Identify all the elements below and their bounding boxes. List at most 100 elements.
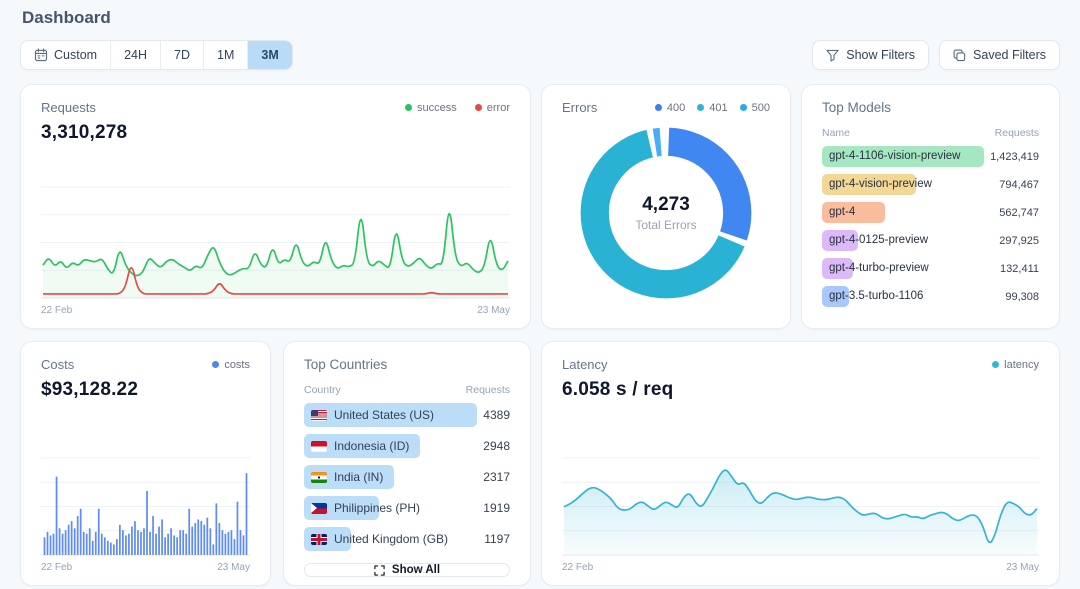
country-flag-icon bbox=[311, 503, 327, 514]
model-name: gpt-4 bbox=[822, 206, 855, 218]
model-row[interactable]: gpt-4-1106-vision-preview 1,423,419 bbox=[822, 146, 1039, 167]
top-models-header: Name Requests bbox=[822, 127, 1039, 139]
saved-filters-label: Saved Filters bbox=[973, 48, 1046, 62]
latency-card-title: Latency bbox=[562, 357, 608, 372]
time-range-option-3m[interactable]: 3M bbox=[248, 41, 291, 69]
legend-label: costs bbox=[224, 359, 250, 371]
requests-legend: success error bbox=[405, 102, 510, 114]
errors-card: Errors 400 401 500 4,273 Total Errors bbox=[541, 84, 791, 329]
model-request-count: 562,747 bbox=[999, 207, 1039, 219]
errors-donut-center: 4,273 Total Errors bbox=[580, 127, 752, 299]
country-row[interactable]: Philippines (PH) 1919 bbox=[304, 496, 510, 520]
model-request-count: 1,423,419 bbox=[990, 151, 1039, 163]
x-axis-end-label: 23 May bbox=[217, 562, 250, 573]
legend-label: error bbox=[487, 102, 510, 114]
legend-dot-icon bbox=[655, 104, 662, 111]
requests-card-title: Requests bbox=[41, 100, 96, 115]
cards-row-2: Costs costs $93,128.22 22 Feb 23 May Top… bbox=[20, 341, 1060, 586]
top-models-title: Top Models bbox=[822, 100, 891, 115]
cards-row-1: Requests successerror 3,310,278 22 Feb 2… bbox=[20, 84, 1060, 329]
legend-dot-icon bbox=[992, 361, 999, 368]
show-all-button[interactable]: Show All bbox=[304, 563, 510, 577]
errors-donut-chart[interactable]: 4,273 Total Errors bbox=[580, 127, 752, 299]
country-row[interactable]: Indonesia (ID) 2948 bbox=[304, 434, 510, 458]
x-axis-end-label: 23 May bbox=[477, 305, 510, 316]
country-request-count: 1919 bbox=[483, 501, 510, 515]
time-range-selector: Custom 24H 7D 1M 3M bbox=[20, 40, 293, 70]
country-name: Philippines (PH) bbox=[334, 501, 420, 515]
requests-line-chart[interactable] bbox=[41, 184, 510, 300]
country-name: United Kingdom (GB) bbox=[334, 532, 448, 546]
total-errors-value: 4,273 bbox=[642, 194, 690, 216]
country-name: Indonesia (ID) bbox=[334, 439, 409, 453]
legend-item: 401 bbox=[697, 102, 727, 114]
legend-label: 500 bbox=[752, 102, 770, 114]
model-request-count: 794,467 bbox=[999, 179, 1039, 191]
show-all-label: Show All bbox=[392, 564, 440, 576]
costs-x-axis: 22 Feb 23 May bbox=[41, 562, 250, 573]
model-row[interactable]: gpt-4-vision-preview 794,467 bbox=[822, 174, 1039, 195]
model-row[interactable]: gpt-4-turbo-preview 132,411 bbox=[822, 258, 1039, 279]
toolbar: Custom 24H 7D 1M 3M Show Filters Saved F… bbox=[20, 40, 1060, 70]
saved-filters-button[interactable]: Saved Filters bbox=[939, 40, 1060, 70]
time-range-option-24h[interactable]: 24H bbox=[111, 41, 161, 69]
legend-label: 401 bbox=[709, 102, 727, 114]
model-name: gpt-4-vision-preview bbox=[822, 178, 932, 190]
legend-dot-icon bbox=[405, 104, 412, 111]
dashboard-page: Dashboard Custom 24H 7D 1M 3M Show Filte… bbox=[0, 0, 1080, 589]
country-requests-column-header: Requests bbox=[466, 384, 510, 396]
calendar-icon bbox=[34, 48, 48, 62]
model-request-count: 99,308 bbox=[1005, 291, 1039, 303]
x-axis-end-label: 23 May bbox=[1006, 562, 1039, 573]
model-name: gpt-3.5-turbo-1106 bbox=[822, 290, 923, 302]
country-request-count: 2948 bbox=[483, 439, 510, 453]
top-countries-card: Top Countries Country Requests United St… bbox=[283, 341, 531, 586]
model-row[interactable]: gpt-4-0125-preview 297,925 bbox=[822, 230, 1039, 251]
costs-total-value: $93,128.22 bbox=[41, 379, 250, 401]
legend-item: error bbox=[475, 102, 510, 114]
country-row[interactable]: India (IN) 2317 bbox=[304, 465, 510, 489]
page-title: Dashboard bbox=[22, 8, 1060, 28]
latency-card: Latency latency 6.058 s / req 22 Feb 23 … bbox=[541, 341, 1060, 586]
time-range-option-label: 3M bbox=[261, 48, 278, 62]
legend-item: success bbox=[405, 102, 457, 114]
legend-label: latency bbox=[1004, 359, 1039, 371]
requests-card: Requests successerror 3,310,278 22 Feb 2… bbox=[20, 84, 531, 329]
model-request-count: 132,411 bbox=[1000, 263, 1039, 275]
legend-dot-icon bbox=[475, 104, 482, 111]
time-range-option-label: 1M bbox=[217, 48, 234, 62]
requests-total-value: 3,310,278 bbox=[41, 122, 510, 144]
legend-label: success bbox=[417, 102, 457, 114]
expand-icon bbox=[374, 565, 385, 576]
errors-card-title: Errors bbox=[562, 100, 597, 115]
model-rows: gpt-4-1106-vision-preview 1,423,419 gpt-… bbox=[822, 139, 1039, 307]
models-name-column-header: Name bbox=[822, 127, 850, 139]
model-name: gpt-4-1106-vision-preview bbox=[822, 150, 960, 162]
legend-dot-icon bbox=[212, 361, 219, 368]
legend-dot-icon bbox=[697, 104, 704, 111]
show-filters-button[interactable]: Show Filters bbox=[812, 40, 929, 70]
time-range-option-label: 7D bbox=[174, 48, 190, 62]
country-request-count: 1197 bbox=[484, 532, 510, 546]
country-flag-icon bbox=[311, 472, 327, 483]
country-request-count: 2317 bbox=[483, 470, 510, 484]
costs-card-title: Costs bbox=[41, 357, 74, 372]
country-row[interactable]: United Kingdom (GB) 1197 bbox=[304, 527, 510, 551]
model-row[interactable]: gpt-4 562,747 bbox=[822, 202, 1039, 223]
country-row[interactable]: United States (US) 4389 bbox=[304, 403, 510, 427]
costs-card: Costs costs $93,128.22 22 Feb 23 May bbox=[20, 341, 271, 586]
model-name: gpt-4-turbo-preview bbox=[822, 262, 929, 274]
costs-bar-chart[interactable] bbox=[41, 455, 250, 557]
latency-value: 6.058 s / req bbox=[562, 379, 1039, 401]
country-flag-icon bbox=[311, 410, 327, 421]
time-range-option-label: Custom bbox=[54, 48, 97, 62]
time-range-option-custom[interactable]: Custom bbox=[21, 41, 111, 69]
legend-label: 400 bbox=[667, 102, 685, 114]
time-range-option-1m[interactable]: 1M bbox=[204, 41, 248, 69]
time-range-option-7d[interactable]: 7D bbox=[161, 41, 204, 69]
x-axis-start-label: 22 Feb bbox=[562, 562, 593, 573]
latency-line-chart[interactable] bbox=[562, 455, 1039, 557]
model-row[interactable]: gpt-3.5-turbo-1106 99,308 bbox=[822, 286, 1039, 307]
country-column-header: Country bbox=[304, 384, 341, 396]
legend-item: costs bbox=[212, 359, 250, 371]
